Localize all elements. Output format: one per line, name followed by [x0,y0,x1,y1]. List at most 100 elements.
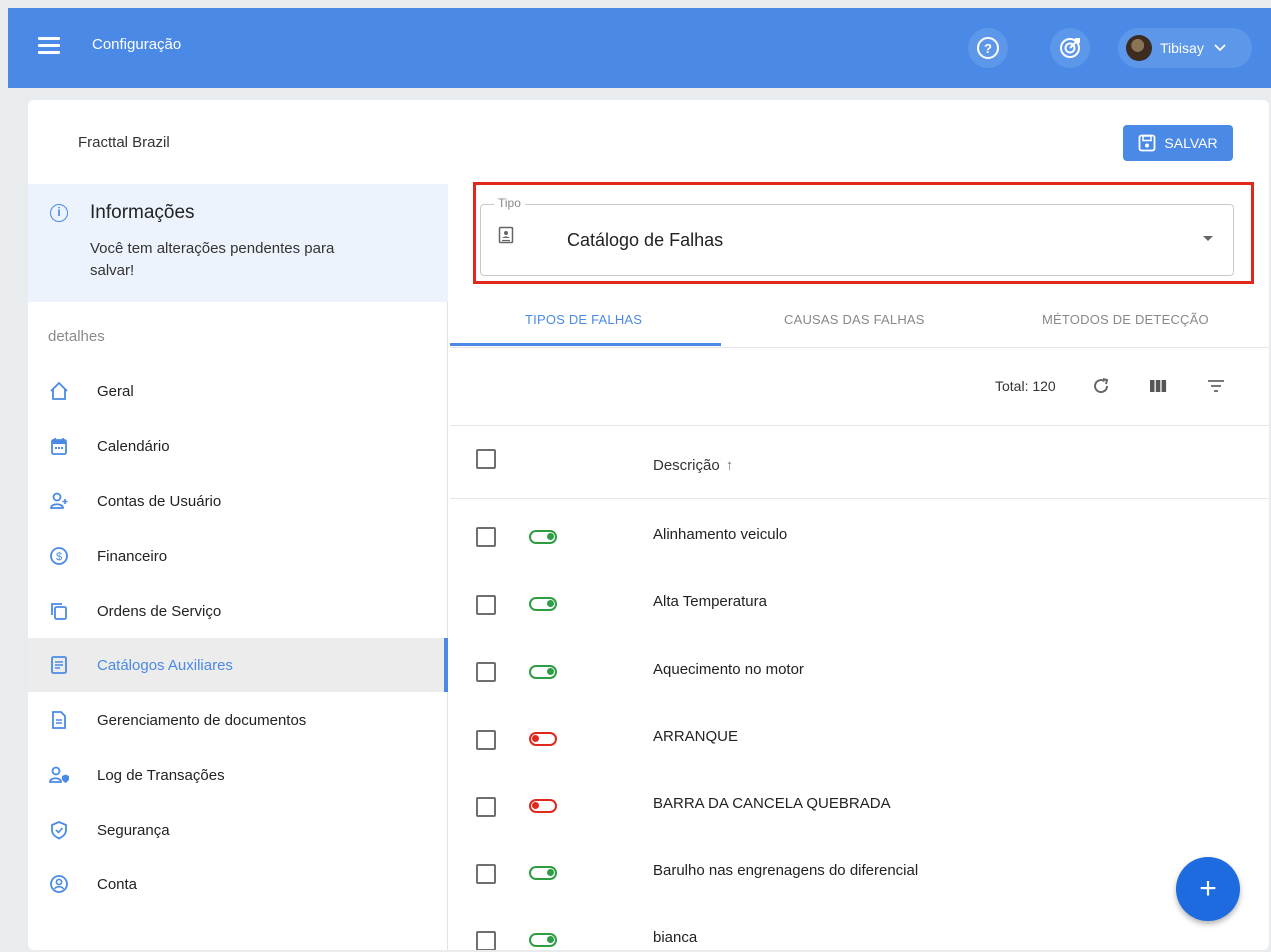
status-toggle[interactable] [529,597,557,611]
row-checkbox[interactable] [476,931,496,950]
row-checkbox[interactable] [476,527,496,547]
add-button[interactable]: + [1176,857,1240,921]
home-icon [48,380,70,402]
status-toggle[interactable] [529,866,557,880]
tab-causas-das-falhas[interactable]: CAUSAS DAS FALHAS [784,312,925,327]
tab-tipos-de-falhas[interactable]: TIPOS DE FALHAS [525,312,642,327]
avatar [1126,35,1152,61]
row-description: BARRA DA CANCELA QUEBRADA [653,795,891,812]
sidebar-item-geral[interactable]: Geral [28,364,448,418]
sidebar-item-ordens-de-servico[interactable]: Ordens de Serviço [28,584,448,638]
row-description: Alinhamento veiculo [653,526,788,543]
row-checkbox[interactable] [476,730,496,750]
info-title: Informações [90,202,195,223]
status-toggle[interactable] [529,933,557,947]
table-row[interactable]: bianca [450,904,1269,950]
table-row[interactable]: Aquecimento no motor [450,635,1269,702]
sidebar-item-label: Financeiro [97,547,168,565]
document-icon [48,709,70,731]
contact-card-icon [498,226,514,249]
columns-icon[interactable] [1144,372,1172,400]
catalog-icon [48,654,70,676]
row-description: ARRANQUE [653,728,739,745]
sidebar-item-contas-de-usuario[interactable]: Contas de Usuário [28,474,448,528]
status-toggle[interactable] [529,799,557,813]
row-checkbox[interactable] [476,797,496,817]
user-name: Tibisay [1160,40,1204,56]
column-header-label: Descrição [653,457,720,474]
tipo-value: Catálogo de Falhas [567,230,724,250]
sidebar-item-label: Calendário [97,437,170,455]
tipo-label: Tipo [494,196,525,210]
sort-arrow-icon[interactable]: ↑ [726,457,734,474]
save-icon [1139,134,1156,152]
account-icon [48,873,70,895]
sidebar-item-label: Contas de Usuário [97,492,222,510]
table-row[interactable]: ARRANQUE [450,703,1269,770]
tab-metodos-de-deteccao[interactable]: MÉTODOS DE DETECÇÃO [1042,312,1209,327]
row-checkbox[interactable] [476,595,496,615]
row-description: bianca [653,929,698,946]
sidebar-item-seguranca[interactable]: Segurança [28,803,448,857]
select-all-checkbox[interactable] [476,449,496,469]
dollar-icon: $ [48,545,70,567]
filter-icon[interactable] [1202,372,1230,400]
table-header: Descrição ↑ [450,427,1269,499]
user-log-icon [48,764,70,786]
table-row[interactable]: Alta Temperatura [450,568,1269,635]
add-user-icon [48,490,70,512]
section-label: detalhes [48,328,105,345]
plus-icon: + [1199,872,1217,905]
column-header-descricao[interactable]: Descrição ↑ [653,457,733,474]
tab-bar: TIPOS DE FALHAS CAUSAS DAS FALHAS MÉTODO… [450,290,1269,348]
row-description: Barulho nas engrenagens do diferencial [653,862,919,879]
status-toggle[interactable] [529,665,557,679]
sidebar-item-conta[interactable]: Conta [28,857,448,911]
row-checkbox[interactable] [476,864,496,884]
help-icon: ? [977,37,999,59]
sidebar-item-catalogos-auxiliares[interactable]: Catálogos Auxiliares [28,638,448,692]
info-panel: i Informações Você tem alterações penden… [28,184,448,302]
info-message: Você tem alterações pendentes para salva… [90,240,335,279]
sidebar-item-gerenciamento-de-documentos[interactable]: Gerenciamento de documentos [28,693,448,747]
save-button[interactable]: SALVAR [1123,125,1233,161]
row-checkbox[interactable] [476,662,496,682]
sidebar-item-label: Catálogos Auxiliares [97,656,233,674]
table-row[interactable]: Alinhamento veiculo [450,500,1269,567]
status-toggle[interactable] [529,530,557,544]
row-description: Aquecimento no motor [653,661,804,678]
shield-icon [48,819,70,841]
page-title: Configuração [92,36,182,53]
calendar-icon [48,435,70,457]
copy-icon [48,600,70,622]
status-toggle[interactable] [529,732,557,746]
row-description: Alta Temperatura [653,593,767,610]
settings-card: Fracttal Brazil SALVAR i Informações Voc… [28,100,1269,950]
goals-button[interactable] [1050,28,1090,68]
user-menu[interactable]: Tibisay [1118,28,1252,68]
sidebar-item-label: Conta [97,875,138,893]
sidebar-item-label: Geral [97,382,134,400]
sidebar-item-label: Segurança [97,821,170,839]
help-button[interactable]: ? [968,28,1008,68]
menu-icon[interactable] [38,37,60,57]
sidebar: i Informações Você tem alterações penden… [28,184,448,950]
company-name: Fracttal Brazil [78,134,170,151]
save-label: SALVAR [1164,135,1218,151]
refresh-icon[interactable] [1087,372,1115,400]
sidebar-item-financeiro[interactable]: $ Financeiro [28,529,448,583]
chevron-down-icon [1214,44,1226,52]
sidebar-item-label: Log de Transações [97,766,225,784]
svg-text:?: ? [984,41,992,56]
sidebar-item-label: Ordens de Serviço [97,602,222,620]
total-count: Total: 120 [995,378,1056,394]
table-row[interactable]: Barulho nas engrenagens do diferencial [450,837,1269,904]
target-icon [1060,38,1080,58]
top-app-bar: Configuração ? Tibisay [8,8,1271,88]
svg-text:$: $ [56,551,62,563]
sidebar-item-log-de-transacoes[interactable]: Log de Transações [28,748,448,802]
table-row[interactable]: BARRA DA CANCELA QUEBRADA [450,770,1269,837]
sidebar-item-label: Gerenciamento de documentos [97,711,307,729]
sidebar-item-calendario[interactable]: Calendário [28,419,448,473]
dropdown-arrow-icon[interactable] [1203,236,1213,241]
